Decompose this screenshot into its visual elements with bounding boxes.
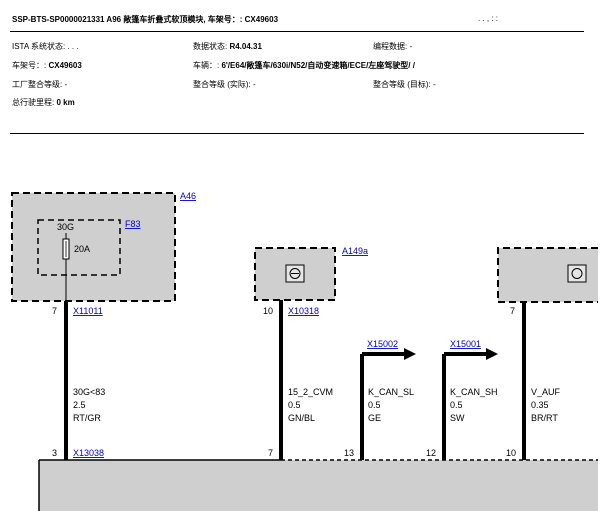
wire-3-signal: K_CAN_SL	[368, 387, 414, 397]
wire-2-color: GN/BL	[288, 413, 315, 423]
wire-4-color: SW	[450, 413, 465, 423]
bottom-pin-5: 10	[506, 448, 516, 458]
wire-3-size: 0.5	[368, 400, 381, 410]
connector-x15001-link[interactable]: X15001	[450, 339, 481, 349]
bottom-pin-4: 12	[426, 448, 436, 458]
ground-symbol-icon-right	[567, 264, 587, 283]
wire-1-signal: 30G<83	[73, 387, 105, 397]
module-bottom	[39, 460, 598, 511]
wiring-diagram: A46 F83 30G 20A A149a 7 X11011 10 X10318…	[11, 191, 598, 511]
fuse-rating: 20A	[74, 244, 90, 254]
connector-x10318-link[interactable]: X10318	[288, 306, 319, 316]
fuse-pin-label: 30G	[57, 222, 74, 232]
bottom-pin-3: 13	[344, 448, 354, 458]
fuse-f83-link[interactable]: F83	[125, 219, 141, 229]
wire-5-color: BR/RT	[531, 413, 558, 423]
top-pin-1: 7	[52, 306, 57, 316]
wire-3-color: GE	[368, 413, 381, 423]
top-pin-2: 10	[263, 306, 273, 316]
wire-1-color: RT/GR	[73, 413, 101, 423]
wire-5-signal: V_AUF	[531, 387, 561, 397]
bottom-pin-2: 7	[268, 448, 273, 458]
bottom-pin-1: 3	[52, 448, 57, 458]
module-a46-link[interactable]: A46	[180, 191, 196, 201]
wire-2-signal: 15_2_CVM	[288, 387, 333, 397]
arrow-x15001-icon	[486, 348, 498, 360]
module-a149a-link[interactable]: A149a	[342, 246, 368, 256]
wire-5-size: 0.35	[531, 400, 549, 410]
wire-2-size: 0.5	[288, 400, 301, 410]
wire-4-signal: K_CAN_SH	[450, 387, 498, 397]
connector-x11011-link[interactable]: X11011	[73, 306, 103, 316]
connector-x15002-link[interactable]: X15002	[367, 339, 398, 349]
arrow-x15002-icon	[404, 348, 416, 360]
connector-x13038-link[interactable]: X13038	[73, 448, 104, 458]
top-pin-3: 7	[510, 306, 515, 316]
wire-4-size: 0.5	[450, 400, 463, 410]
wire-1-size: 2.5	[73, 400, 86, 410]
